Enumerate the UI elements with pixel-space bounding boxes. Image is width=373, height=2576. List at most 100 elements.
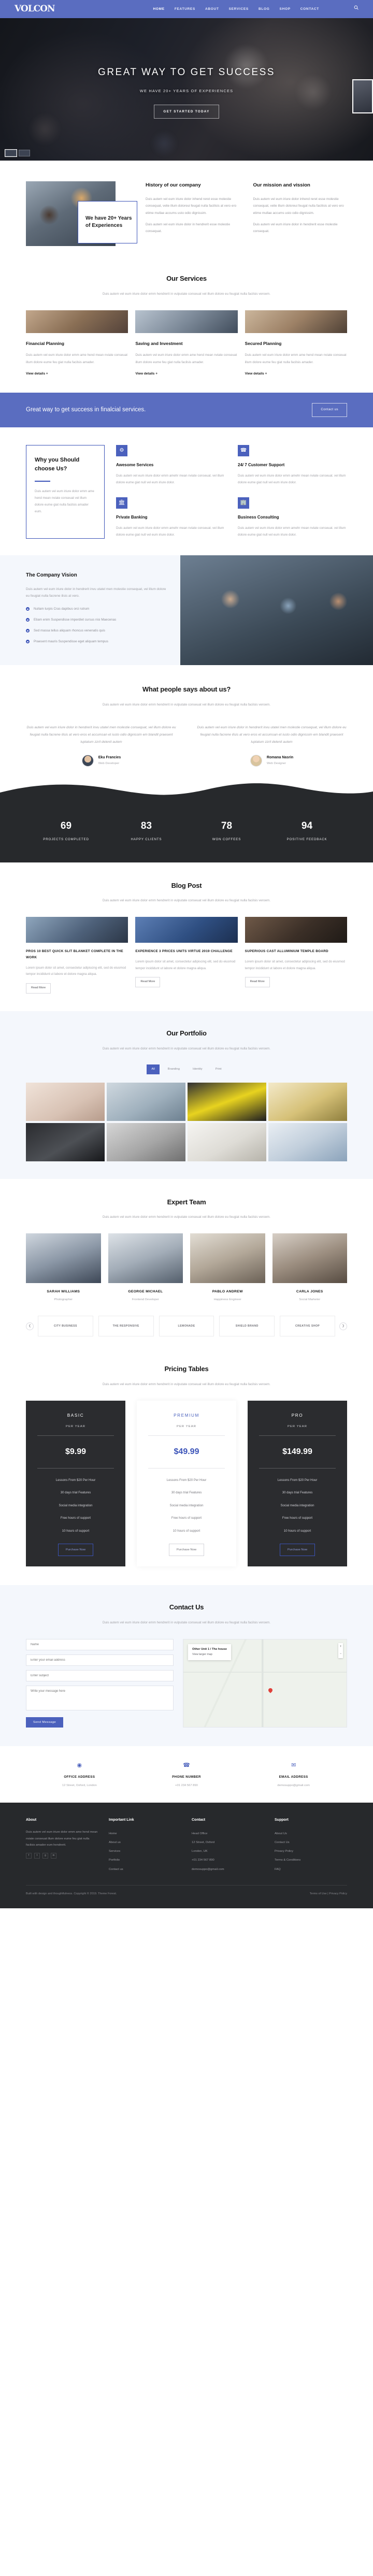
divider-rule [259, 1435, 336, 1436]
blog-read-more-button[interactable]: Read More [245, 977, 270, 988]
portfolio-item[interactable] [188, 1122, 266, 1161]
cta-contact-button[interactable]: Contact us [312, 402, 347, 417]
blog-post-excerpt: Lorem ipsum dolor sit amet, consectetur … [245, 960, 345, 970]
company-vision-section: The Company Vision Duis autem vel eum ir… [0, 555, 373, 666]
purchase-now-button[interactable]: Purchase Now [168, 1543, 205, 1557]
hero-thumb-2[interactable] [19, 150, 30, 156]
footer-link[interactable]: Contact us [109, 1865, 181, 1874]
footer-support-link[interactable]: Contact Us [275, 1838, 347, 1847]
service-card[interactable]: Saving and Investment Duis autem vel eum… [135, 310, 238, 377]
site-logo[interactable]: VOLCON [15, 2, 55, 17]
portfolio-item[interactable] [107, 1122, 185, 1161]
footer-support-link[interactable]: Privacy Policy [275, 1847, 347, 1856]
map-info-card[interactable]: Other Unit 1 / The house View larger map [188, 1644, 231, 1660]
portfolio-item[interactable] [26, 1122, 105, 1161]
services-subheading: Duis autem vel eum iriure dolor emm hend… [102, 292, 271, 296]
blog-read-more-button[interactable]: Read More [135, 977, 161, 988]
nav-item-services[interactable]: SERVICES [229, 6, 249, 12]
info-title: OFFICE ADDRESS [64, 1775, 95, 1779]
service-view-details-link[interactable]: View details + [135, 371, 157, 377]
portfolio-item[interactable] [268, 1122, 347, 1161]
nav-item-home[interactable]: HOME [153, 6, 165, 12]
service-view-details-link[interactable]: View details + [245, 371, 267, 377]
blog-post-card[interactable]: SUPERIOUS CAST ALLUMINIUM TEMPLE BOARD L… [245, 917, 347, 994]
team-member-card[interactable]: GEORGE MICHAEL Frontend Developer [108, 1233, 183, 1302]
team-member-role: Social Marketer [299, 1298, 321, 1302]
hero-thumb-1[interactable] [5, 149, 17, 157]
twitter-icon[interactable]: t [34, 1852, 40, 1859]
service-card[interactable]: Financial Planning Duis autem vel eum ir… [26, 310, 128, 377]
portfolio-section: Our Portfolio Duis autem vel eum iriure … [0, 1011, 373, 1179]
blog-read-more-button[interactable]: Read More [26, 983, 51, 994]
about-history-p1: Duis autem vel eum iriure dolor inhend r… [146, 197, 237, 215]
subject-field[interactable] [26, 1670, 174, 1681]
plan-feature: Free hours of support [171, 1516, 202, 1520]
location-map[interactable]: Other Unit 1 / The house View larger map… [183, 1638, 347, 1728]
info-value: +01 234 567 890 [175, 1784, 198, 1788]
portfolio-filter-identity[interactable]: Identity [188, 1064, 207, 1074]
portfolio-item[interactable] [188, 1082, 266, 1121]
counter-label: PROJECTS COMPLETED [43, 837, 89, 841]
purchase-now-button[interactable]: Purchase Now [279, 1543, 315, 1557]
nav-item-about[interactable]: ABOUT [205, 6, 219, 12]
google-plus-icon[interactable]: g [42, 1852, 48, 1859]
email-field[interactable] [26, 1654, 174, 1666]
plan-period: PER YEAR [287, 1425, 307, 1429]
portfolio-filter-print[interactable]: Print [211, 1064, 226, 1074]
portfolio-filter-branding[interactable]: Branding [163, 1064, 184, 1074]
blog-post-card[interactable]: EXPERIENCE 3 PRICES UNITS VIRTUE 2019 CH… [135, 917, 238, 994]
chevron-left-icon[interactable]: ❮ [26, 1322, 34, 1330]
name-field[interactable] [26, 1638, 174, 1650]
building-icon: 🏢 [238, 497, 249, 509]
footer-link[interactable]: Portfolio [109, 1856, 181, 1865]
footer-link[interactable]: About us [109, 1838, 181, 1847]
footer-link[interactable]: Home [109, 1829, 181, 1838]
map-zoom-out-button[interactable]: − [338, 1650, 343, 1658]
portfolio-heading: Our Portfolio [166, 1029, 207, 1037]
service-card[interactable]: Secured Planning Duis autem vel eum iriu… [245, 310, 347, 377]
nav-item-contact[interactable]: CONTACT [300, 6, 319, 12]
purchase-now-button[interactable]: Purchase Now [58, 1543, 94, 1557]
portfolio-item[interactable] [268, 1082, 347, 1121]
footer-support-link[interactable]: Terms & Conditions [275, 1856, 347, 1865]
footer-support-link[interactable]: FAQ [275, 1865, 347, 1874]
send-message-button[interactable]: Send Message [26, 1717, 64, 1728]
portfolio-filter-all[interactable]: All [147, 1064, 160, 1074]
search-icon[interactable] [354, 5, 358, 12]
message-field[interactable] [26, 1685, 174, 1710]
chevron-right-icon[interactable]: ❯ [339, 1322, 347, 1330]
hero-cta-button[interactable]: GET STARTED TODAY [154, 105, 219, 119]
service-image [26, 310, 128, 333]
divider-rule [148, 1435, 225, 1436]
hero-side-thumbnail[interactable] [352, 79, 373, 113]
map-place-title: Other Unit 1 / The house [192, 1647, 227, 1651]
facebook-icon[interactable]: f [26, 1852, 32, 1859]
nav-item-features[interactable]: FEATURES [175, 6, 195, 12]
experience-badge-text: We have 20+ Years of Experiences [85, 215, 132, 229]
nav-item-shop[interactable]: SHOP [280, 6, 291, 12]
map-larger-link[interactable]: View larger map [192, 1652, 227, 1657]
map-zoom-in-button[interactable]: + [338, 1643, 343, 1651]
footer-link[interactable]: Services [109, 1847, 181, 1856]
team-member-photo [190, 1233, 265, 1284]
check-circle-icon [26, 607, 30, 611]
blog-post-card[interactable]: PROS 10 BEST QUICK SLIT BLANKET COMPLETE… [26, 917, 128, 994]
footer-legal-links[interactable]: Terms of Use | Privacy Policy [310, 1892, 347, 1897]
footer-support-link[interactable]: About Us [275, 1829, 347, 1838]
feature-desc: Duis autem vel eum iriure dolor emm ameh… [116, 526, 224, 537]
pricing-plan-pro: PRO PER YEAR $149.99 Lessons From $20 Pe… [248, 1401, 347, 1567]
team-member-card[interactable]: CARLA JONES Social Marketer [272, 1233, 347, 1302]
footer-about-title: About [26, 1818, 37, 1822]
counter-number: 78 [221, 820, 233, 831]
team-member-card[interactable]: PABLO ANDREW Happiness Engineer [190, 1233, 265, 1302]
portfolio-item[interactable] [26, 1082, 105, 1121]
service-view-details-link[interactable]: View details + [26, 371, 48, 377]
map-zoom-controls[interactable]: + − [338, 1643, 343, 1658]
portfolio-item[interactable] [107, 1082, 185, 1121]
nav-item-blog[interactable]: BLOG [259, 6, 270, 12]
linkedin-icon[interactable]: in [51, 1852, 56, 1859]
footer-contact-line: demosuppo@gmail.com [192, 1867, 224, 1871]
hero-title: GREAT WAY TO GET SUCCESS [98, 67, 275, 78]
pricing-heading: Pricing Tables [164, 1365, 209, 1373]
team-member-card[interactable]: SARAH WILLIAMS Photographer [26, 1233, 101, 1302]
